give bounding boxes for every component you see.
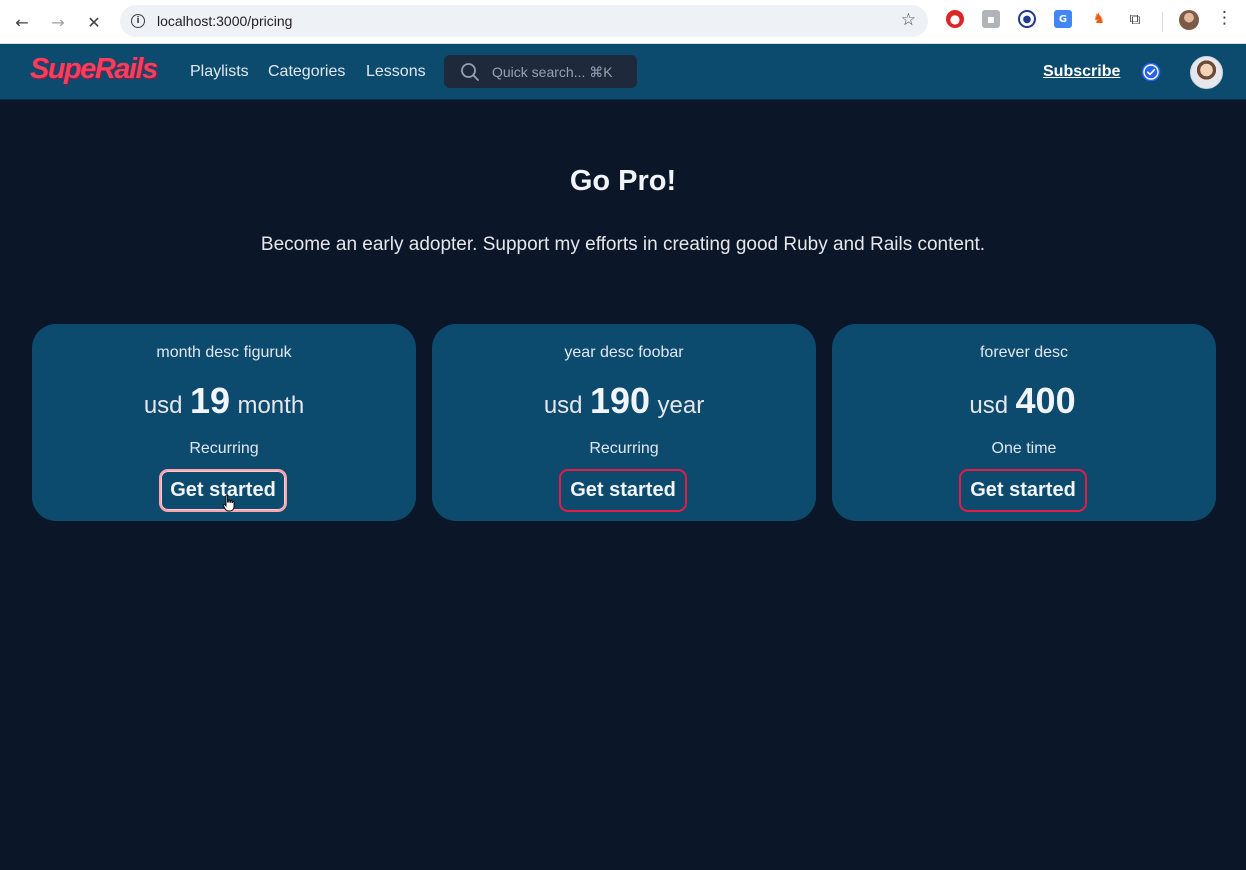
price-amount: 400 (1015, 380, 1076, 421)
search-placeholder: Quick search... ⌘K (492, 64, 613, 80)
logo[interactable]: SupeRails (30, 53, 158, 86)
get-started-button[interactable]: Get started (959, 469, 1087, 512)
plan-description: month desc figuruk (156, 344, 292, 361)
page-title: Go Pro! (569, 165, 677, 197)
nav-link-categories[interactable]: Categories (268, 63, 345, 81)
plan-price: usd 400 (832, 380, 1216, 422)
price-interval: month (237, 392, 305, 419)
site-info-icon[interactable]: i (128, 11, 148, 31)
user-avatar[interactable] (1190, 56, 1223, 89)
extension-gray-icon[interactable]: ▪ (982, 10, 1000, 28)
browser-profile-avatar[interactable] (1179, 10, 1199, 30)
billing-type: Recurring (189, 440, 259, 457)
price-currency: usd (143, 392, 183, 419)
pricing-card-forever: forever desc usd 400 One time Get starte… (832, 324, 1216, 521)
plan-price: usd 19 month (32, 380, 416, 422)
extension-fox-icon[interactable]: ♞ (1090, 10, 1108, 28)
price-amount: 19 (189, 380, 231, 421)
extension-adblock-icon[interactable]: ● (946, 10, 964, 28)
billing-type: One time (991, 440, 1057, 457)
app-header: SupeRails Playlists Categories Lessons Q… (0, 44, 1246, 100)
subscribe-link[interactable]: Subscribe (1043, 63, 1120, 81)
search-icon (461, 63, 479, 81)
plan-price: usd 190 year (432, 380, 816, 422)
extensions-puzzle-icon[interactable]: ⧉ (1126, 10, 1144, 28)
forward-icon[interactable]: → (44, 8, 72, 36)
verified-badge-icon (1141, 62, 1161, 82)
pricing-card-month: month desc figuruk usd 19 month Recurrin… (32, 324, 416, 521)
toolbar-divider (1162, 12, 1163, 32)
bookmark-star-icon[interactable]: ☆ (901, 10, 916, 30)
nav-link-lessons[interactable]: Lessons (366, 63, 426, 81)
browser-toolbar: ← → ✕ i localhost:3000/pricing ☆ ● ▪ ● G… (0, 0, 1246, 44)
browser-menu-icon[interactable]: ⋮ (1216, 8, 1233, 28)
price-currency: usd (543, 392, 583, 419)
plan-description: forever desc (979, 344, 1069, 361)
get-started-button[interactable]: Get started (559, 469, 687, 512)
price-amount: 190 (589, 380, 651, 421)
nav-link-playlists[interactable]: Playlists (190, 63, 249, 81)
back-icon[interactable]: ← (8, 8, 36, 36)
plan-description: year desc foobar (564, 344, 684, 361)
quick-search-button[interactable]: Quick search... ⌘K (444, 55, 637, 88)
stop-loading-icon[interactable]: ✕ (80, 8, 108, 36)
address-bar[interactable]: i localhost:3000/pricing ☆ (120, 5, 928, 37)
pricing-card-year: year desc foobar usd 190 year Recurring … (432, 324, 816, 521)
page-subtitle: Become an early adopter. Support my effo… (260, 234, 986, 255)
hand-cursor-icon (222, 494, 235, 512)
price-currency: usd (969, 392, 1009, 419)
url-text[interactable]: localhost:3000/pricing (157, 13, 292, 29)
price-interval: year (657, 392, 705, 419)
extension-translate-icon[interactable]: G (1054, 10, 1072, 28)
billing-type: Recurring (589, 440, 659, 457)
extension-password-icon[interactable]: ● (1018, 10, 1036, 28)
